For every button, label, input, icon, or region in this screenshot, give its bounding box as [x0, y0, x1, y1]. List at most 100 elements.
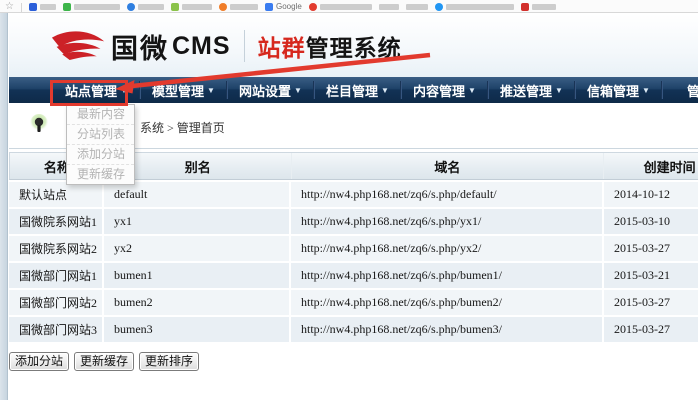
site-domain[interactable]: http://nw4.php168.net/zq6/s.php/yx2/: [291, 236, 604, 261]
nav-item-mailbox-mgmt[interactable]: 信箱管理▼: [575, 77, 662, 103]
bookmark-item[interactable]: [219, 1, 258, 12]
bookmark-item[interactable]: [127, 1, 164, 12]
bookmark-label: [40, 4, 56, 10]
bookmark-label: [138, 4, 164, 10]
bookmark-label: [379, 4, 399, 10]
table-row[interactable]: 国微部门网站2 bumen2 http://nw4.php168.net/zq6…: [9, 290, 698, 315]
site-created: 2015-03-21: [604, 263, 698, 288]
bookmark-label: [446, 4, 514, 10]
bookmark-item[interactable]: [309, 1, 372, 12]
menu-item-refresh-cache[interactable]: 更新缓存: [67, 165, 134, 184]
favicon: [127, 3, 135, 11]
nav-label: 内容管理: [413, 81, 465, 100]
favicon: [309, 3, 317, 11]
nav-item-site-mgmt[interactable]: 站点管理▼: [53, 77, 140, 103]
bookmark-label: [182, 4, 212, 10]
site-name: 默认站点: [9, 182, 104, 207]
col-header-domain: 域名: [292, 153, 605, 179]
site-alias: bumen3: [104, 317, 291, 342]
nav-item-admin-clipped[interactable]: 管理▼: [662, 77, 698, 103]
table-row[interactable]: 国微部门网站1 bumen1 http://nw4.php168.net/zq6…: [9, 263, 698, 288]
bookmark-item[interactable]: [171, 1, 212, 12]
swoosh-logo-icon: [51, 27, 107, 65]
product-title-red: 站群: [258, 35, 306, 61]
bookmark-item[interactable]: [406, 1, 428, 12]
nav-label: 模型管理: [152, 81, 204, 100]
product-title: 站群管理系统: [258, 29, 402, 63]
site-domain[interactable]: http://nw4.php168.net/zq6/s.php/yx1/: [291, 209, 604, 234]
logo-text-en: CMS: [172, 32, 231, 61]
favicon: [63, 3, 71, 11]
site-created: 2014-10-12: [604, 182, 698, 207]
site-header: 国微 CMS 站群管理系统: [9, 14, 698, 77]
site-created: 2015-03-27: [604, 317, 698, 342]
footer-actions: 添加分站 更新缓存 更新排序: [9, 352, 199, 371]
table-row[interactable]: 国微院系网站1 yx1 http://nw4.php168.net/zq6/s.…: [9, 209, 698, 234]
bookmark-item[interactable]: [521, 1, 556, 12]
nav-label: 信箱管理: [587, 81, 639, 100]
table-row[interactable]: 国微部门网站3 bumen3 http://nw4.php168.net/zq6…: [9, 317, 698, 342]
menu-item-latest-content[interactable]: 最新内容: [67, 105, 134, 125]
product-title-rest: 管理系统: [306, 35, 402, 61]
nav-item-push-mgmt[interactable]: 推送管理▼: [488, 77, 575, 103]
site-name: 国微院系网站2: [9, 236, 104, 261]
site-created: 2015-03-10: [604, 209, 698, 234]
favicon: [219, 3, 227, 11]
bookmark-item-google[interactable]: Google: [265, 1, 302, 12]
site-domain[interactable]: http://nw4.php168.net/zq6/s.php/bumen1/: [291, 263, 604, 288]
nav-item-model-mgmt[interactable]: 模型管理▼: [140, 77, 227, 103]
site-alias: default: [104, 182, 291, 207]
chevron-down-icon: ▼: [468, 86, 476, 95]
bulb-icon: [29, 114, 49, 138]
nav-label: 栏目管理: [326, 81, 378, 100]
nav-label: 推送管理: [500, 81, 552, 100]
chevron-down-icon: ▼: [120, 86, 128, 95]
site-created: 2015-03-27: [604, 236, 698, 261]
favorites-star-icon[interactable]: ☆: [5, 2, 14, 12]
bookmark-item[interactable]: [379, 1, 399, 12]
bookmark-label: [230, 4, 258, 10]
breadcrumb: 系统 > 管理首页: [140, 119, 225, 136]
bookmark-label: [532, 4, 556, 10]
main-nav: 站点管理▼ 模型管理▼ 网站设置▼ 栏目管理▼ 内容管理▼ 推送管理▼ 信箱管理…: [9, 77, 698, 103]
chevron-down-icon: ▼: [207, 86, 215, 95]
site-alias: bumen1: [104, 263, 291, 288]
favicon: [29, 3, 37, 11]
site-domain[interactable]: http://nw4.php168.net/zq6/s.php/bumen3/: [291, 317, 604, 342]
bookmark-item[interactable]: [29, 1, 56, 12]
chevron-down-icon: ▼: [294, 86, 302, 95]
table-row[interactable]: 默认站点 default http://nw4.php168.net/zq6/s…: [9, 182, 698, 207]
bookmark-item[interactable]: [63, 1, 120, 12]
nav-item-content-mgmt[interactable]: 内容管理▼: [401, 77, 488, 103]
favicon: [521, 3, 529, 11]
menu-item-add-subsite[interactable]: 添加分站: [67, 145, 134, 165]
google-favicon: [265, 3, 273, 11]
chevron-down-icon: ▼: [381, 86, 389, 95]
nav-label: 网站设置: [239, 81, 291, 100]
site-alias: yx1: [104, 209, 291, 234]
nav-label: 站点管理: [65, 81, 117, 100]
refresh-cache-button[interactable]: 更新缓存: [74, 352, 134, 371]
brand-logo: 国微 CMS 站群管理系统: [51, 24, 402, 68]
table-row[interactable]: 国微院系网站2 yx2 http://nw4.php168.net/zq6/s.…: [9, 236, 698, 261]
nav-item-site-settings[interactable]: 网站设置▼: [227, 77, 314, 103]
site-alias: yx2: [104, 236, 291, 261]
menu-item-subsite-list[interactable]: 分站列表: [67, 125, 134, 145]
chevron-down-icon: ▼: [555, 86, 563, 95]
site-name: 国微部门网站3: [9, 317, 104, 342]
refresh-order-button[interactable]: 更新排序: [139, 352, 199, 371]
logo-divider: [244, 30, 245, 62]
col-header-created: 创建时间: [604, 153, 698, 179]
site-domain[interactable]: http://nw4.php168.net/zq6/s.php/bumen2/: [291, 290, 604, 315]
add-subsite-button[interactable]: 添加分站: [9, 352, 69, 371]
nav-label: 管理: [687, 81, 698, 100]
chevron-down-icon: ▼: [642, 86, 650, 95]
bookmark-label: [406, 4, 428, 10]
site-name: 国微部门网站2: [9, 290, 104, 315]
nav-item-column-mgmt[interactable]: 栏目管理▼: [314, 77, 401, 103]
bookmark-item[interactable]: [435, 1, 514, 12]
site-mgmt-dropdown-menu: 最新内容 分站列表 添加分站 更新缓存: [66, 104, 135, 185]
divider: [21, 3, 22, 12]
site-domain[interactable]: http://nw4.php168.net/zq6/s.php/default/: [291, 182, 604, 207]
favicon: [435, 3, 443, 11]
